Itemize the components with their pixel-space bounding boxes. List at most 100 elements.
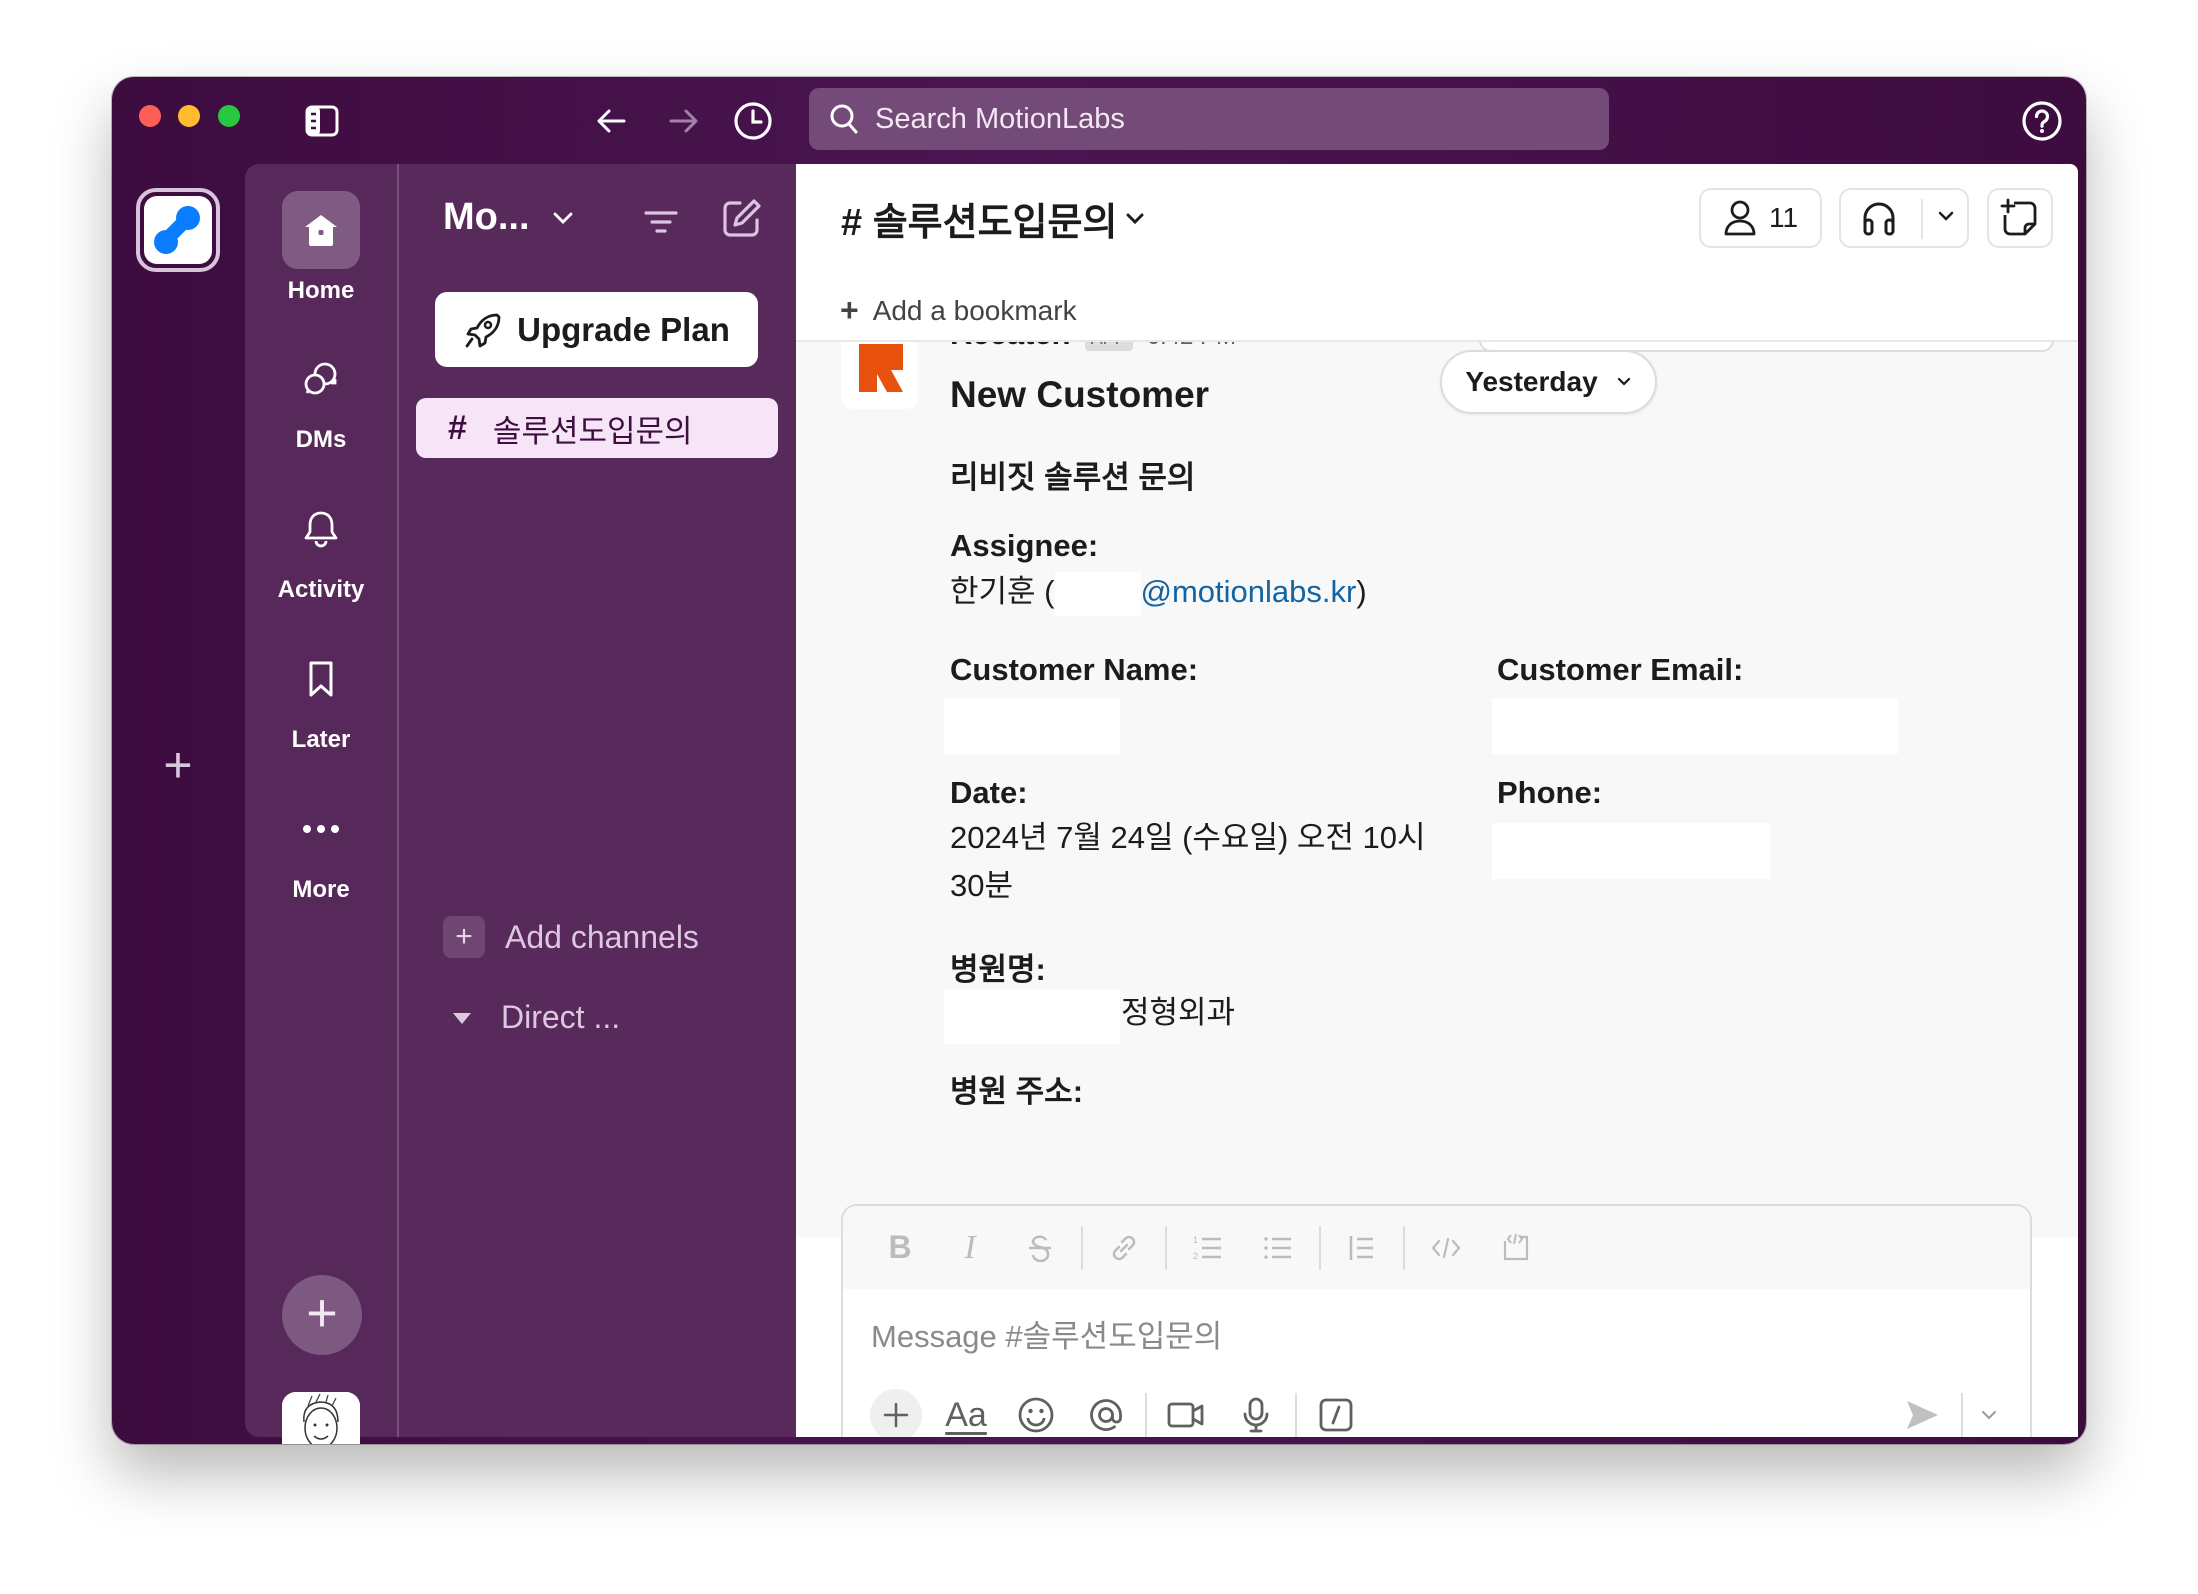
- compose-icon[interactable]: [717, 194, 765, 242]
- more-icon: [282, 790, 360, 868]
- motionlabs-logo: [154, 206, 200, 254]
- phone-label: Phone:: [1497, 775, 1603, 810]
- chevron-down-icon: [1125, 212, 1145, 226]
- rail-item-activity[interactable]: Activity: [245, 490, 397, 604]
- bold-button[interactable]: B: [865, 1223, 935, 1273]
- italic-icon: I: [964, 1228, 976, 1266]
- hash-icon: #: [448, 408, 467, 447]
- filter-icon[interactable]: [639, 200, 683, 244]
- app-badge: APP: [1084, 342, 1133, 351]
- italic-button[interactable]: I: [935, 1223, 1005, 1273]
- send-options-button[interactable]: [1967, 1386, 2011, 1437]
- channel-name: 솔루션도입문의: [492, 413, 693, 449]
- mention-icon: [1090, 1399, 1122, 1431]
- video-icon: [1167, 1402, 1204, 1428]
- maximize-window-button[interactable]: [218, 105, 240, 127]
- hospital-name-redacted: [944, 990, 1120, 1044]
- date-divider-label: Yesterday: [1465, 366, 1598, 397]
- video-clip-button[interactable]: [1151, 1386, 1221, 1437]
- link-button[interactable]: [1089, 1223, 1159, 1273]
- message-composer: B I 12 Message #솔루션도입문의 Aa: [841, 1204, 2032, 1437]
- formatting-toggle-button[interactable]: Aa: [931, 1386, 1001, 1437]
- shortcuts-button[interactable]: [1301, 1386, 1371, 1437]
- strikethrough-button[interactable]: [1005, 1223, 1075, 1273]
- audio-clip-button[interactable]: [1221, 1386, 1291, 1437]
- toolbar-divider: [1961, 1393, 1963, 1437]
- date-divider-button[interactable]: Yesterday: [1440, 350, 1657, 414]
- rail-item-home[interactable]: Home: [245, 191, 397, 305]
- svg-text:2: 2: [1193, 1251, 1198, 1261]
- toolbar-divider: [1081, 1225, 1083, 1270]
- search-icon: [829, 103, 859, 135]
- back-arrow-icon[interactable]: [590, 99, 634, 143]
- svg-text:1: 1: [1193, 1235, 1198, 1245]
- rail-item-more[interactable]: More: [245, 790, 397, 904]
- recatch-app-avatar[interactable]: [841, 342, 918, 409]
- emoji-button[interactable]: [1001, 1386, 1071, 1437]
- canvas-button[interactable]: [1987, 188, 2053, 248]
- mention-button[interactable]: [1071, 1386, 1141, 1437]
- ordered-list-button[interactable]: 12: [1173, 1223, 1243, 1273]
- user-avatar[interactable]: [282, 1392, 360, 1444]
- chevron-down-icon: [552, 211, 574, 225]
- date-label: Date:: [950, 775, 1028, 810]
- search-placeholder: Search MotionLabs: [875, 102, 1125, 135]
- rail-label-activity: Activity: [277, 576, 365, 603]
- close-window-button[interactable]: [139, 105, 161, 127]
- date-value-line2: 30분: [950, 868, 1014, 903]
- workspace-menu[interactable]: Mo...: [443, 196, 574, 239]
- toolbar-divider: [1295, 1393, 1297, 1437]
- toolbar-divider: [1319, 1225, 1321, 1270]
- send-icon: [1907, 1401, 1938, 1429]
- rail-label-later: Later: [291, 726, 351, 753]
- bulleted-list-button[interactable]: [1243, 1223, 1313, 1273]
- blockquote-button[interactable]: [1327, 1223, 1397, 1273]
- code-button[interactable]: [1411, 1223, 1481, 1273]
- add-channels-label: Add channels: [505, 918, 699, 955]
- workspace-switcher: +: [112, 164, 245, 1444]
- channel-item-selected[interactable]: # 솔루션도입문의: [416, 398, 778, 458]
- toolbar-divider: [1165, 1225, 1167, 1270]
- sidebar-toggle-icon[interactable]: [302, 101, 342, 141]
- channel-main-pane: # 솔루션도입문의 11 + Add a bookmark Yesterday …: [796, 164, 2078, 1437]
- members-button[interactable]: 11: [1699, 188, 1822, 248]
- assignee-name: 한기훈 (: [950, 574, 1055, 609]
- help-icon[interactable]: [2018, 97, 2066, 145]
- message-time[interactable]: 6:42 PM: [1147, 342, 1236, 351]
- upgrade-plan-button[interactable]: Upgrade Plan: [435, 292, 758, 367]
- minimize-window-button[interactable]: [178, 105, 200, 127]
- channel-title-button[interactable]: # 솔루션도입문의: [841, 191, 1145, 246]
- customer-name-redacted: [944, 698, 1120, 754]
- rail-item-dms[interactable]: DMs: [245, 340, 397, 454]
- add-channels-button[interactable]: + Add channels: [443, 916, 699, 958]
- code-block-button[interactable]: [1481, 1223, 1551, 1273]
- chevron-down-icon[interactable]: [1937, 210, 1955, 224]
- add-workspace-button[interactable]: +: [152, 739, 204, 791]
- direct-messages-section[interactable]: Direct ...: [451, 999, 620, 1036]
- attach-button[interactable]: [861, 1386, 931, 1437]
- search-bar[interactable]: Search MotionLabs: [809, 88, 1609, 150]
- channel-sidebar: Mo... Upgrade Plan # 솔루션도입문의 + Add chann…: [399, 164, 796, 1437]
- history-icon[interactable]: [730, 98, 776, 144]
- sender-name[interactable]: Recatch: [950, 342, 1071, 352]
- new-canvas-icon: [2000, 197, 2040, 239]
- dms-icon: [282, 340, 360, 418]
- recatch-logo-icon: [859, 344, 903, 392]
- plus-icon: +: [443, 916, 485, 958]
- huddle-button[interactable]: [1839, 188, 1969, 248]
- rail-item-later[interactable]: Later: [245, 640, 397, 754]
- workspace-icon[interactable]: [136, 188, 220, 272]
- bulleted-list-icon: [1264, 1236, 1291, 1259]
- add-bookmark-button[interactable]: + Add a bookmark: [840, 292, 1077, 329]
- message-input[interactable]: Message #솔루션도입문의: [871, 1311, 1222, 1356]
- hospital-address-label: 병원 주소:: [950, 1074, 1084, 1109]
- hospital-name-value: 정형외과: [1121, 995, 1236, 1030]
- blockquote-icon: [1349, 1235, 1373, 1260]
- assignee-email-link[interactable]: @motionlabs.kr: [1141, 574, 1357, 609]
- bookmark-icon: [282, 640, 360, 718]
- forward-arrow-icon[interactable]: [661, 99, 705, 143]
- send-button[interactable]: [1887, 1386, 1957, 1437]
- create-new-button[interactable]: +: [282, 1275, 362, 1355]
- home-icon: [282, 191, 360, 269]
- message-title: New Customer: [950, 374, 1210, 415]
